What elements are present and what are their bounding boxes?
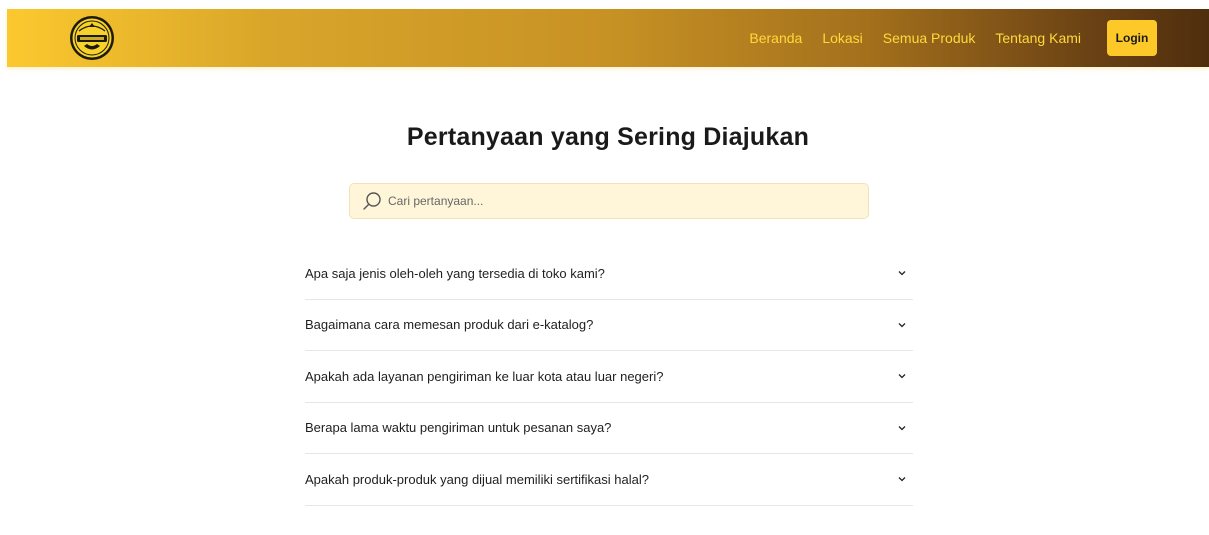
main-navigation: Beranda Lokasi Semua Produk Tentang Kami…	[749, 9, 1209, 67]
faq-search-box[interactable]	[349, 183, 869, 219]
page: Beranda Lokasi Semua Produk Tentang Kami…	[7, 9, 1209, 535]
faq-item-layanan-pengiriman[interactable]: Apakah ada layanan pengiriman ke luar ko…	[305, 351, 913, 403]
nav-tentang-kami[interactable]: Tentang Kami	[995, 30, 1081, 46]
navbar: Beranda Lokasi Semua Produk Tentang Kami…	[7, 9, 1209, 67]
faq-item-sertifikasi-halal[interactable]: Apakah produk-produk yang dijual memilik…	[305, 454, 913, 506]
faq-item-waktu-pengiriman[interactable]: Berapa lama waktu pengiriman untuk pesan…	[305, 403, 913, 454]
faq-question: Bagaimana cara memesan produk dari e-kat…	[305, 317, 594, 333]
chevron-down-icon[interactable]	[897, 320, 907, 330]
login-button[interactable]: Login	[1107, 20, 1157, 56]
faq-item-cara-memesan[interactable]: Bagaimana cara memesan produk dari e-kat…	[305, 300, 913, 351]
faq-search-input[interactable]	[388, 186, 858, 216]
faq-question: Berapa lama waktu pengiriman untuk pesan…	[305, 420, 612, 436]
nav-semua-produk[interactable]: Semua Produk	[883, 30, 976, 46]
search-icon	[363, 192, 381, 210]
faq-question: Apakah ada layanan pengiriman ke luar ko…	[305, 368, 664, 384]
faq-question: Apakah produk-produk yang dijual memilik…	[305, 471, 649, 487]
faq-question: Apa saja jenis oleh-oleh yang tersedia d…	[305, 265, 605, 281]
page-title: Pertanyaan yang Sering Diajukan	[406, 123, 810, 151]
chevron-down-icon[interactable]	[897, 474, 907, 484]
chevron-down-icon[interactable]	[897, 268, 907, 278]
chevron-down-icon[interactable]	[897, 423, 907, 433]
nav-beranda[interactable]: Beranda	[749, 30, 802, 46]
brand-logo[interactable]	[69, 15, 115, 61]
nav-lokasi[interactable]: Lokasi	[822, 30, 862, 46]
faq-list: Apa saja jenis oleh-oleh yang tersedia d…	[305, 248, 913, 506]
chevron-down-icon[interactable]	[897, 371, 907, 381]
faq-item-jenis-oleh-oleh[interactable]: Apa saja jenis oleh-oleh yang tersedia d…	[305, 248, 913, 300]
